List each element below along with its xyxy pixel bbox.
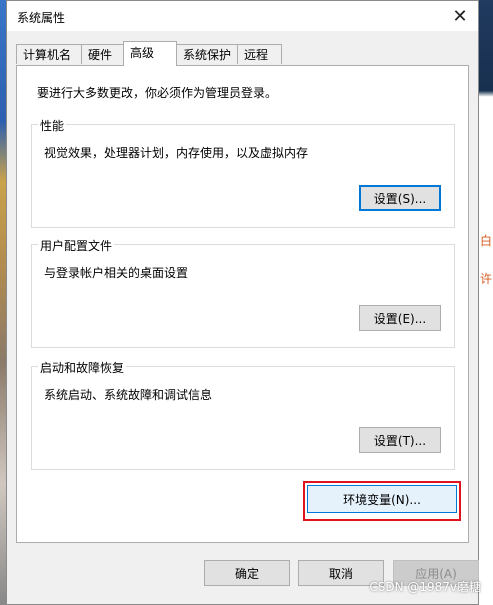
startup-recovery-description: 系统启动、系统故障和调试信息: [44, 388, 213, 402]
desktop-background-right: 白 许: [479, 0, 493, 605]
background-text: 白: [480, 234, 493, 248]
window-title: 系统属性: [17, 11, 66, 25]
tab-advanced[interactable]: 高级: [123, 41, 177, 66]
user-profiles-settings-button[interactable]: 设置(E)...: [359, 305, 441, 331]
startup-recovery-title: 启动和故障恢复: [38, 359, 127, 376]
watermark: CSDN @1987v磨糖: [369, 580, 481, 594]
user-profiles-group: 用户配置文件 与登录帐户相关的桌面设置 设置(E)...: [31, 237, 455, 348]
startup-recovery-group: 启动和故障恢复 系统启动、系统故障和调试信息 设置(T)...: [31, 359, 455, 470]
advanced-tab-panel: 要进行大多数更改，你必须作为管理员登录。 性能 视觉效果，处理器计划，内存使用，…: [16, 65, 469, 543]
user-profiles-title: 用户配置文件: [38, 237, 115, 254]
tab-system-protection[interactable]: 系统保护: [176, 44, 238, 64]
close-icon[interactable]: ✕: [442, 1, 478, 31]
title-bar[interactable]: 系统属性 ✕: [7, 1, 478, 31]
background-text: 许: [480, 272, 493, 286]
startup-recovery-settings-button[interactable]: 设置(T)...: [359, 427, 441, 453]
performance-settings-button[interactable]: 设置(S)...: [359, 185, 441, 211]
tab-hardware[interactable]: 硬件: [81, 44, 124, 64]
highlight-annotation: [303, 481, 461, 521]
system-properties-dialog: 系统属性 ✕ 计算机名 硬件 高级 系统保护 远程 要进行大多数更改，你必须作为…: [6, 0, 479, 605]
performance-title: 性能: [38, 117, 67, 134]
user-profiles-description: 与登录帐户相关的桌面设置: [44, 266, 189, 280]
ok-button[interactable]: 确定: [204, 560, 290, 586]
admin-notice: 要进行大多数更改，你必须作为管理员登录。: [37, 86, 278, 100]
tab-computer-name[interactable]: 计算机名: [16, 44, 82, 64]
performance-group: 性能 视觉效果，处理器计划，内存使用，以及虚拟内存 设置(S)...: [31, 117, 455, 228]
performance-description: 视觉效果，处理器计划，内存使用，以及虚拟内存: [44, 146, 309, 160]
tab-remote[interactable]: 远程: [237, 44, 282, 64]
